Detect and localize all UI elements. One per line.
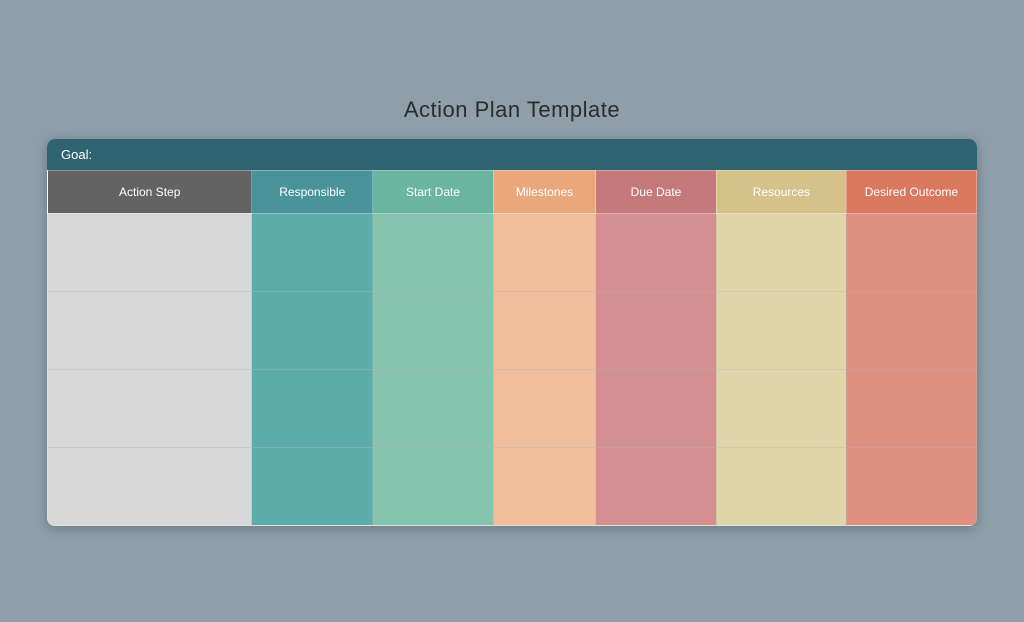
cell-resources-row-2[interactable]	[716, 369, 846, 447]
table-row	[48, 369, 977, 447]
cell-resources-row-1[interactable]	[716, 291, 846, 369]
cell-start-date-row-3[interactable]	[373, 447, 494, 525]
cell-action-step-row-2[interactable]	[48, 369, 252, 447]
action-plan-table: Action StepResponsibleStart DateMileston…	[47, 170, 977, 526]
goal-bar: Goal:	[47, 139, 977, 170]
table-container: Goal: Action StepResponsibleStart DateMi…	[47, 139, 977, 526]
cell-start-date-row-2[interactable]	[373, 369, 494, 447]
cell-action-step-row-0[interactable]	[48, 213, 252, 291]
table-row	[48, 291, 977, 369]
cell-milestones-row-2[interactable]	[493, 369, 595, 447]
cell-due-date-row-2[interactable]	[596, 369, 717, 447]
cell-resources-row-0[interactable]	[716, 213, 846, 291]
cell-responsible-row-0[interactable]	[252, 213, 373, 291]
col-header-action-step: Action Step	[48, 170, 252, 213]
col-header-milestones: Milestones	[493, 170, 595, 213]
cell-action-step-row-1[interactable]	[48, 291, 252, 369]
cell-desired-outcome-row-3[interactable]	[846, 447, 976, 525]
page-title: Action Plan Template	[404, 97, 620, 123]
page-wrapper: Action Plan Template Goal: Action StepRe…	[0, 0, 1024, 622]
table-row	[48, 213, 977, 291]
cell-desired-outcome-row-2[interactable]	[846, 369, 976, 447]
col-header-resources: Resources	[716, 170, 846, 213]
table-row	[48, 447, 977, 525]
cell-milestones-row-1[interactable]	[493, 291, 595, 369]
col-header-desired-outcome: Desired Outcome	[846, 170, 976, 213]
cell-milestones-row-0[interactable]	[493, 213, 595, 291]
cell-desired-outcome-row-1[interactable]	[846, 291, 976, 369]
cell-due-date-row-3[interactable]	[596, 447, 717, 525]
cell-start-date-row-1[interactable]	[373, 291, 494, 369]
col-header-due-date: Due Date	[596, 170, 717, 213]
cell-action-step-row-3[interactable]	[48, 447, 252, 525]
cell-responsible-row-1[interactable]	[252, 291, 373, 369]
cell-desired-outcome-row-0[interactable]	[846, 213, 976, 291]
col-header-start-date: Start Date	[373, 170, 494, 213]
cell-due-date-row-0[interactable]	[596, 213, 717, 291]
cell-responsible-row-2[interactable]	[252, 369, 373, 447]
col-header-responsible: Responsible	[252, 170, 373, 213]
cell-start-date-row-0[interactable]	[373, 213, 494, 291]
cell-due-date-row-1[interactable]	[596, 291, 717, 369]
cell-responsible-row-3[interactable]	[252, 447, 373, 525]
cell-milestones-row-3[interactable]	[493, 447, 595, 525]
cell-resources-row-3[interactable]	[716, 447, 846, 525]
